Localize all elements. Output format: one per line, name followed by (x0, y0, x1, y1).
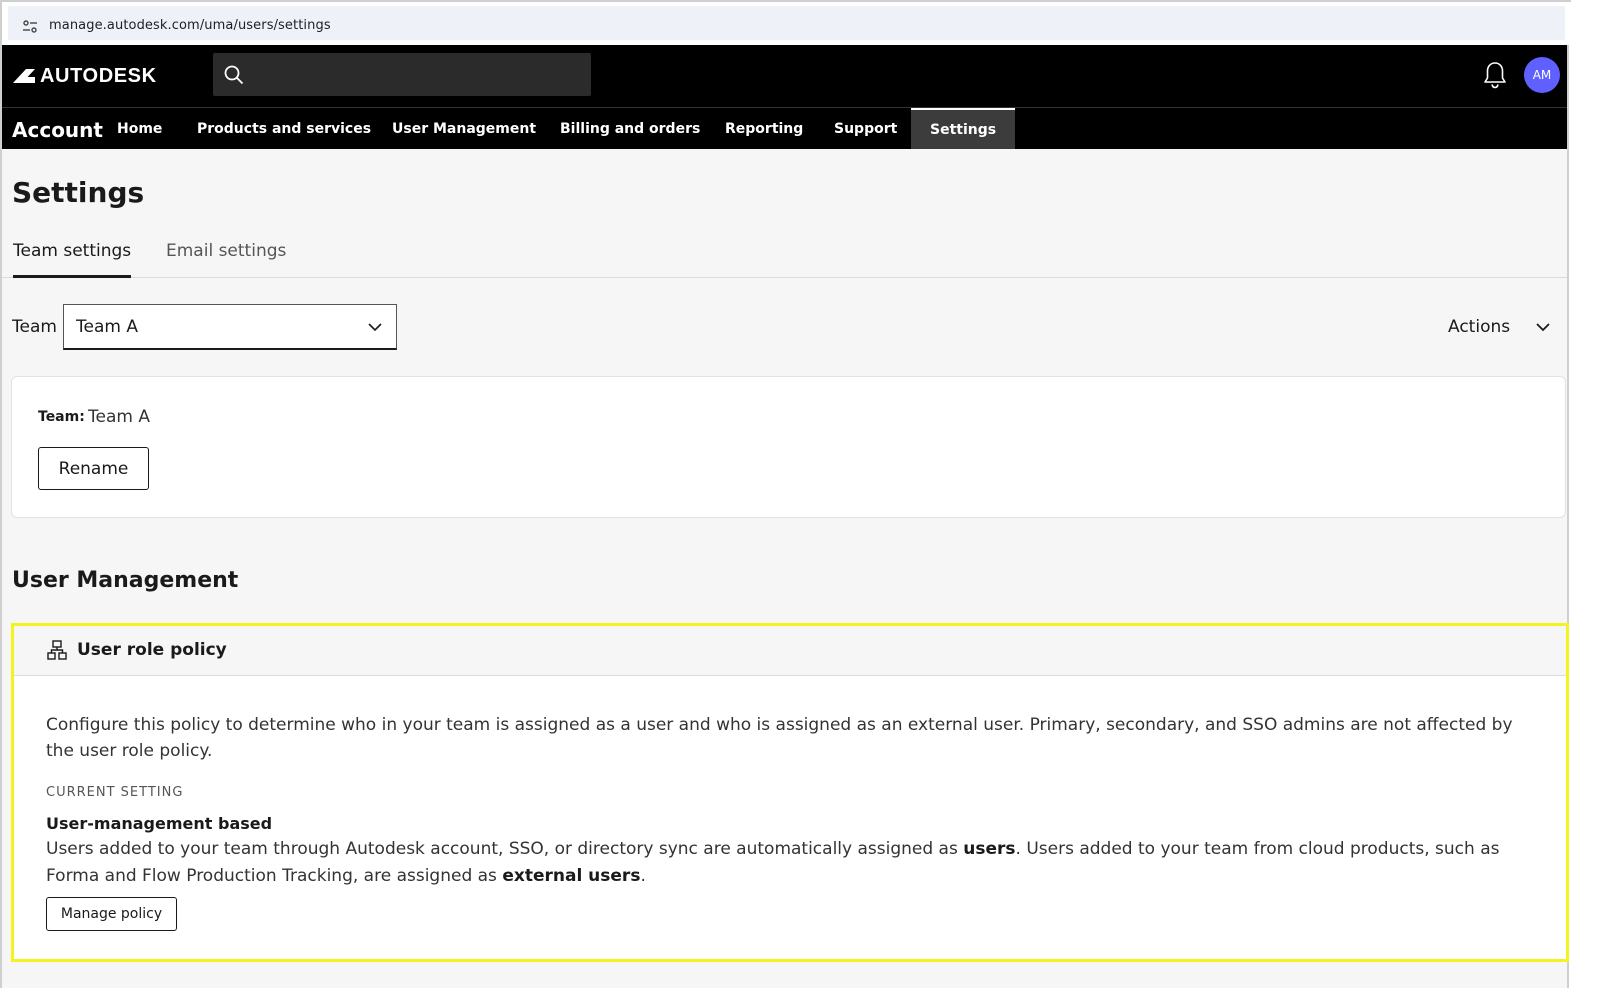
current-setting-label: CURRENT SETTING (46, 785, 184, 800)
autodesk-logo[interactable]: AUTODESK (12, 64, 157, 88)
browser-address-bar: manage.autodesk.com/uma/users/settings (2, 0, 1571, 45)
rename-button[interactable]: Rename (38, 447, 149, 490)
account-brand[interactable]: Account (12, 118, 103, 142)
setting-desc-bold: users (963, 839, 1016, 859)
nav-item-billing-and-orders[interactable]: Billing and orders (560, 108, 700, 149)
notifications-bell-icon[interactable] (1482, 60, 1508, 90)
settings-tabs: Team settings Email settings (2, 230, 1567, 278)
team-name-label: Team: (38, 409, 85, 425)
search-input[interactable] (213, 53, 591, 96)
main-navigation: Account Home Products and services User … (2, 107, 1567, 149)
actions-dropdown[interactable]: Actions (1448, 317, 1550, 337)
setting-desc-bold: external users (502, 866, 641, 886)
nav-item-reporting[interactable]: Reporting (725, 108, 803, 149)
chevron-down-icon (368, 323, 382, 332)
team-select-value: Team A (76, 317, 138, 337)
team-name-value: Team A (88, 407, 150, 427)
top-header: AUTODESK AM (2, 45, 1567, 107)
actions-label: Actions (1448, 317, 1511, 337)
url-text[interactable]: manage.autodesk.com/uma/users/settings (49, 18, 331, 33)
nav-item-home[interactable]: Home (117, 108, 162, 149)
manage-policy-button[interactable]: Manage policy (46, 897, 177, 931)
policy-description: Configure this policy to determine who i… (46, 715, 1513, 761)
nav-item-products-and-services[interactable]: Products and services (197, 108, 371, 149)
tab-email-settings[interactable]: Email settings (166, 241, 286, 278)
tab-team-settings[interactable]: Team settings (13, 241, 132, 278)
current-setting-description: Users added to your team through Autodes… (46, 836, 1521, 890)
team-card: Team: Team A Rename (11, 376, 1566, 518)
app-frame: manage.autodesk.com/uma/users/settings A… (0, 0, 1571, 988)
autodesk-logo-icon (13, 69, 35, 83)
user-management-heading: User Management (12, 568, 239, 593)
search-icon (224, 65, 244, 85)
setting-desc-part: . (640, 866, 646, 886)
page-title: Settings (12, 176, 145, 209)
url-field[interactable]: manage.autodesk.com/uma/users/settings (8, 6, 1565, 40)
user-avatar[interactable]: AM (1524, 57, 1560, 93)
nav-item-settings[interactable]: Settings (911, 108, 1016, 149)
policy-title: User role policy (77, 640, 227, 660)
current-setting-name: User-management based (46, 814, 273, 833)
user-role-policy-panel: User role policy Configure this policy t… (11, 623, 1569, 962)
policy-panel-header: User role policy (14, 626, 1566, 676)
hierarchy-icon (47, 640, 67, 660)
nav-item-support[interactable]: Support (834, 108, 897, 149)
team-select[interactable]: Team A (63, 304, 397, 350)
site-settings-icon[interactable] (22, 19, 38, 35)
team-select-label: Team (12, 317, 57, 337)
setting-desc-part: Users added to your team through Autodes… (46, 839, 964, 859)
chevron-down-icon (1536, 323, 1550, 332)
nav-item-user-management[interactable]: User Management (392, 108, 536, 149)
logo-text: AUTODESK (40, 64, 157, 87)
